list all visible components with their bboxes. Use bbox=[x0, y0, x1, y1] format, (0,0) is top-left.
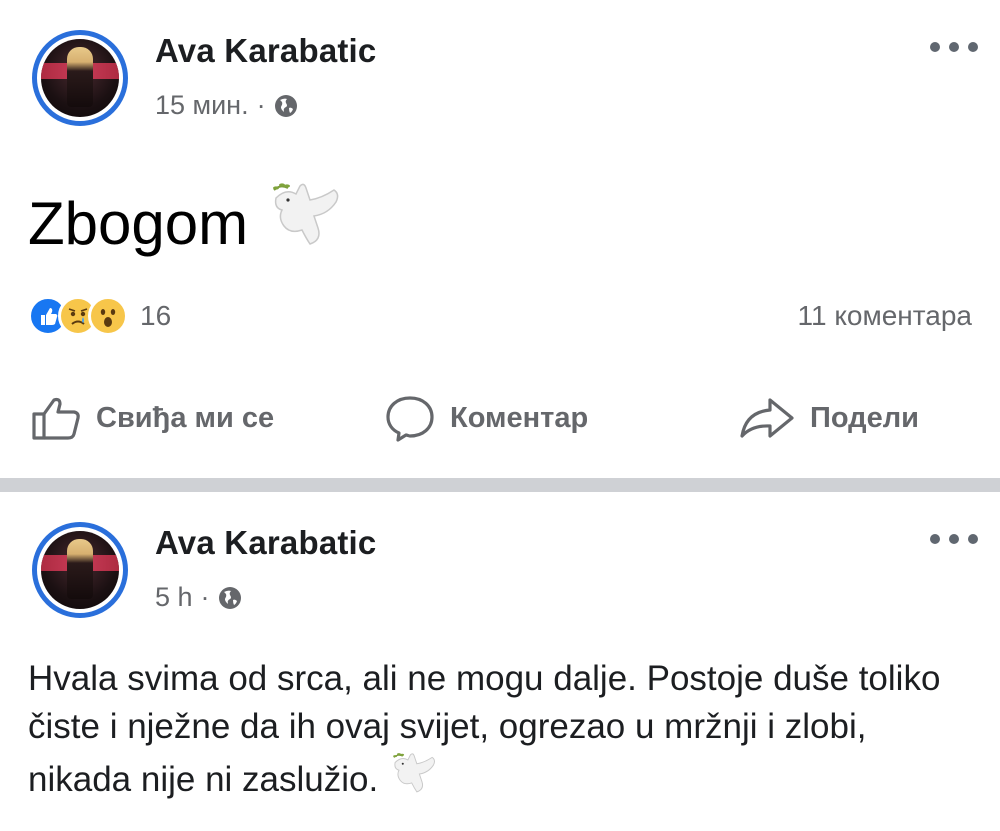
avatar[interactable] bbox=[32, 30, 128, 126]
globe-icon bbox=[274, 94, 298, 118]
meta-separator: · bbox=[256, 90, 266, 120]
comment-bubble-icon bbox=[384, 394, 436, 442]
post-meta: 5 h · bbox=[155, 582, 242, 613]
reactions-summary[interactable]: 16 bbox=[28, 296, 171, 336]
comment-button[interactable]: Коментар bbox=[384, 388, 588, 448]
post-text: Hvala svima od srca, ali ne mogu dalje. … bbox=[28, 659, 941, 799]
like-label: Свиђа ми се bbox=[96, 401, 275, 434]
comments-count-link[interactable]: 11 коментара bbox=[798, 300, 973, 332]
post-actions: Свиђа ми се Коментар Подели bbox=[0, 388, 1000, 448]
thumbs-up-icon bbox=[30, 394, 82, 442]
post-author[interactable]: Ava Karabatic bbox=[155, 32, 376, 70]
avatar[interactable] bbox=[32, 522, 128, 618]
post-author[interactable]: Ava Karabatic bbox=[155, 524, 376, 562]
post-text: Zbogom bbox=[28, 189, 249, 257]
post-time[interactable]: 5 h bbox=[155, 582, 193, 613]
share-label: Подели bbox=[810, 401, 919, 434]
meta-separator: · bbox=[200, 582, 210, 612]
post-1: Ava Karabatic 15 мин. · Zbogom 16 11 ком… bbox=[0, 0, 1000, 478]
wow-reaction-icon bbox=[88, 296, 128, 336]
post-content: Zbogom bbox=[28, 180, 342, 266]
like-button[interactable]: Свиђа ми се bbox=[30, 388, 274, 448]
more-options-icon[interactable] bbox=[930, 42, 978, 54]
reaction-count: 16 bbox=[140, 300, 172, 331]
share-button[interactable]: Подели bbox=[738, 388, 919, 448]
post-separator bbox=[0, 478, 1000, 492]
dove-icon bbox=[388, 751, 438, 810]
post-meta: 15 мин. · bbox=[155, 90, 298, 121]
more-options-icon[interactable] bbox=[930, 534, 978, 546]
globe-icon bbox=[218, 586, 242, 610]
dove-icon bbox=[266, 180, 342, 266]
post-time[interactable]: 15 мин. bbox=[155, 90, 249, 121]
comment-label: Коментар bbox=[450, 401, 589, 434]
share-arrow-icon bbox=[738, 394, 796, 442]
post-content: Hvala svima od srca, ali ne mogu dalje. … bbox=[28, 655, 968, 810]
